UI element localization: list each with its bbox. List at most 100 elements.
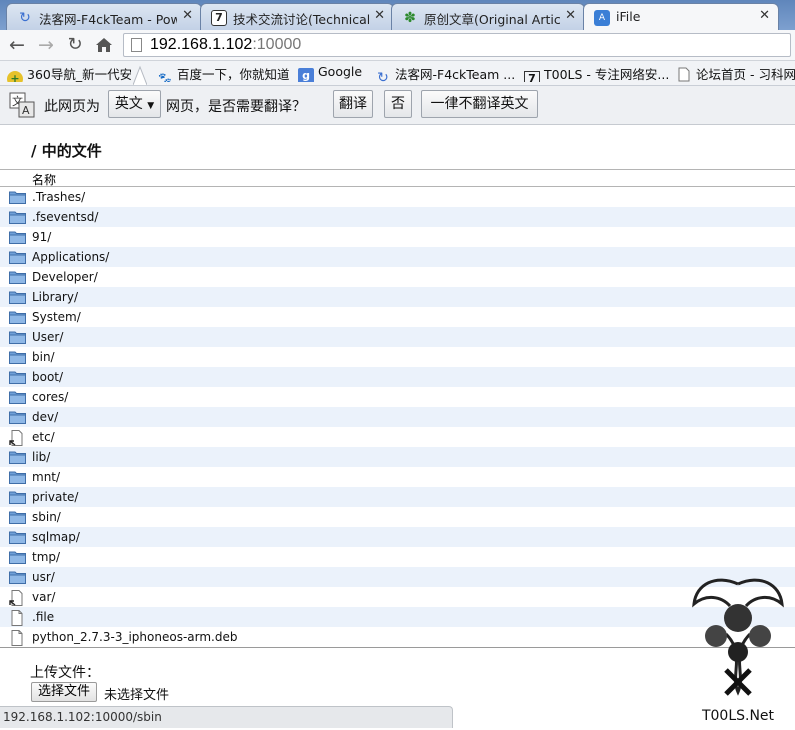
bookmark-360[interactable]: +360导航_新一代安...	[7, 64, 131, 82]
translate-bar: 文 A 此网页为 英文 ▼ 网页，是否需要翻译？ 翻译 否 一律不翻译英文	[0, 86, 795, 125]
close-icon[interactable]: ✕	[565, 8, 576, 23]
file-row[interactable]: sqlmap/	[0, 527, 795, 547]
address-bar[interactable]: 192.168.1.102:10000	[123, 33, 791, 57]
file-name-link[interactable]: Developer/	[32, 270, 98, 284]
tab-label: 技术交流讨论(Technical D	[233, 12, 369, 27]
file-row[interactable]: dev/	[0, 407, 795, 427]
file-name-link[interactable]: System/	[32, 310, 81, 324]
file-name-link[interactable]: boot/	[32, 370, 63, 384]
file-row[interactable]: Library/	[0, 287, 795, 307]
file-name-link[interactable]: private/	[32, 490, 78, 504]
file-row[interactable]: .Trashes/	[0, 187, 795, 207]
symlink-icon	[9, 430, 26, 446]
file-row[interactable]: User/	[0, 327, 795, 347]
file-name-link[interactable]: lib/	[32, 450, 50, 464]
translate-question: 网页，是否需要翻译？	[166, 99, 306, 115]
tab-ifile[interactable]: A iFile ✕	[583, 3, 779, 30]
reload-icon[interactable]: ↻	[64, 34, 86, 56]
file-name-link[interactable]: var/	[32, 590, 55, 604]
folder-icon	[9, 210, 26, 224]
file-row[interactable]: python_2.7.3-3_iphoneos-arm.deb	[0, 627, 795, 647]
file-row[interactable]: Developer/	[0, 267, 795, 287]
file-row[interactable]: 91/	[0, 227, 795, 247]
bookmark-google[interactable]: g Google	[298, 64, 368, 82]
tab-label: 原创文章(Original Article	[424, 12, 560, 27]
file-name-link[interactable]: etc/	[32, 430, 55, 444]
file-name-link[interactable]: sbin/	[32, 510, 61, 524]
file-name-link[interactable]: dev/	[32, 410, 58, 424]
page-content: / 中的文件 名称 .Trashes/ .fseventsd/91/Applica…	[0, 124, 795, 730]
file-row[interactable]: mnt/	[0, 467, 795, 487]
file-name-link[interactable]: User/	[32, 330, 63, 344]
bookmark-f4ckteam[interactable]: ↻ 法客网-F4ckTeam ...	[375, 64, 515, 82]
url-text: 192.168.1.102:10000	[150, 36, 302, 53]
file-row[interactable]: boot/	[0, 367, 795, 387]
close-icon[interactable]: ✕	[182, 8, 193, 23]
file-row[interactable]: etc/	[0, 427, 795, 447]
baidu-paw-icon: 🐾	[158, 72, 172, 82]
file-name-link[interactable]: python_2.7.3-3_iphoneos-arm.deb	[32, 630, 237, 644]
360-icon: +	[7, 71, 23, 82]
close-icon[interactable]: ✕	[374, 8, 385, 23]
page-icon	[676, 67, 692, 82]
column-name-header[interactable]: 名称	[32, 171, 56, 188]
choose-file-button[interactable]: 选择文件	[31, 682, 98, 702]
folder-icon	[9, 310, 26, 324]
tab-f4ckteam[interactable]: ↻ 法客网-F4ckTeam - Pow ✕	[6, 3, 202, 30]
folder-icon	[9, 250, 26, 264]
close-icon[interactable]: ✕	[759, 8, 770, 23]
file-row[interactable]: .file	[0, 607, 795, 627]
file-name-link[interactable]: .file	[32, 610, 54, 624]
folder-icon	[9, 390, 26, 404]
language-select[interactable]: 英文 ▼	[108, 90, 161, 118]
tab-original-article[interactable]: ✽ 原创文章(Original Article ✕	[391, 3, 585, 30]
file-row[interactable]: bin/	[0, 347, 795, 367]
translate-prefix: 此网页为	[44, 99, 100, 115]
file-name-link[interactable]: Applications/	[32, 250, 109, 264]
back-icon[interactable]: ←	[6, 34, 28, 56]
green-logo-icon: ✽	[404, 10, 416, 26]
folder-icon	[9, 550, 26, 564]
file-row[interactable]: .fseventsd/	[0, 207, 795, 227]
google-icon: g	[298, 68, 314, 82]
file-name-link[interactable]: tmp/	[32, 550, 60, 564]
spinner-icon: ↻	[377, 70, 389, 82]
forward-icon[interactable]: →	[35, 34, 57, 56]
file-name-link[interactable]: usr/	[32, 570, 55, 584]
translate-button[interactable]: 翻译	[333, 90, 373, 118]
no-file-selected-text: 未选择文件	[104, 688, 170, 703]
bookmark-forum[interactable]: 论坛首页 - 习科网...	[676, 64, 795, 82]
file-name-link[interactable]: cores/	[32, 390, 68, 404]
symlink-icon	[9, 590, 26, 606]
file-row[interactable]: private/	[0, 487, 795, 507]
home-icon[interactable]	[93, 34, 115, 56]
file-row[interactable]: sbin/	[0, 507, 795, 527]
bookmark-separator-arrow	[132, 63, 148, 86]
bookmark-t00ls[interactable]: 7 T00LS - 专注网络安...	[524, 64, 669, 82]
never-translate-button[interactable]: 一律不翻译英文	[421, 90, 538, 118]
file-row[interactable]: System/	[0, 307, 795, 327]
tab-technical[interactable]: 7 技术交流讨论(Technical D ✕	[200, 3, 394, 30]
file-row[interactable]: var/	[0, 587, 795, 607]
status-bubble: 192.168.1.102:10000/sbin	[0, 706, 453, 728]
folder-icon	[9, 270, 26, 284]
browser-toolbar: ← → ↻ 192.168.1.102:10000	[0, 30, 795, 61]
file-row[interactable]: usr/	[0, 567, 795, 587]
file-name-link[interactable]: sqlmap/	[32, 530, 80, 544]
file-name-link[interactable]: mnt/	[32, 470, 60, 484]
file-name-link[interactable]: Library/	[32, 290, 78, 304]
file-row[interactable]: cores/	[0, 387, 795, 407]
file-name-link[interactable]: .Trashes/	[32, 190, 85, 204]
tab-strip: ↻ 法客网-F4ckTeam - Pow ✕ 7 技术交流讨论(Technica…	[0, 0, 795, 30]
file-row[interactable]: tmp/	[0, 547, 795, 567]
file-row[interactable]: Applications/	[0, 247, 795, 267]
folder-icon	[9, 570, 26, 584]
file-name-link[interactable]: .fseventsd/	[32, 210, 98, 224]
t00ls-watermark-logo: T00LS.Net	[692, 578, 784, 724]
file-icon	[9, 610, 26, 626]
file-name-link[interactable]: 91/	[32, 230, 51, 244]
file-row[interactable]: lib/	[0, 447, 795, 467]
bookmark-baidu[interactable]: 🐾 百度一下，你就知道	[157, 64, 290, 82]
no-button[interactable]: 否	[384, 90, 412, 118]
file-name-link[interactable]: bin/	[32, 350, 55, 364]
